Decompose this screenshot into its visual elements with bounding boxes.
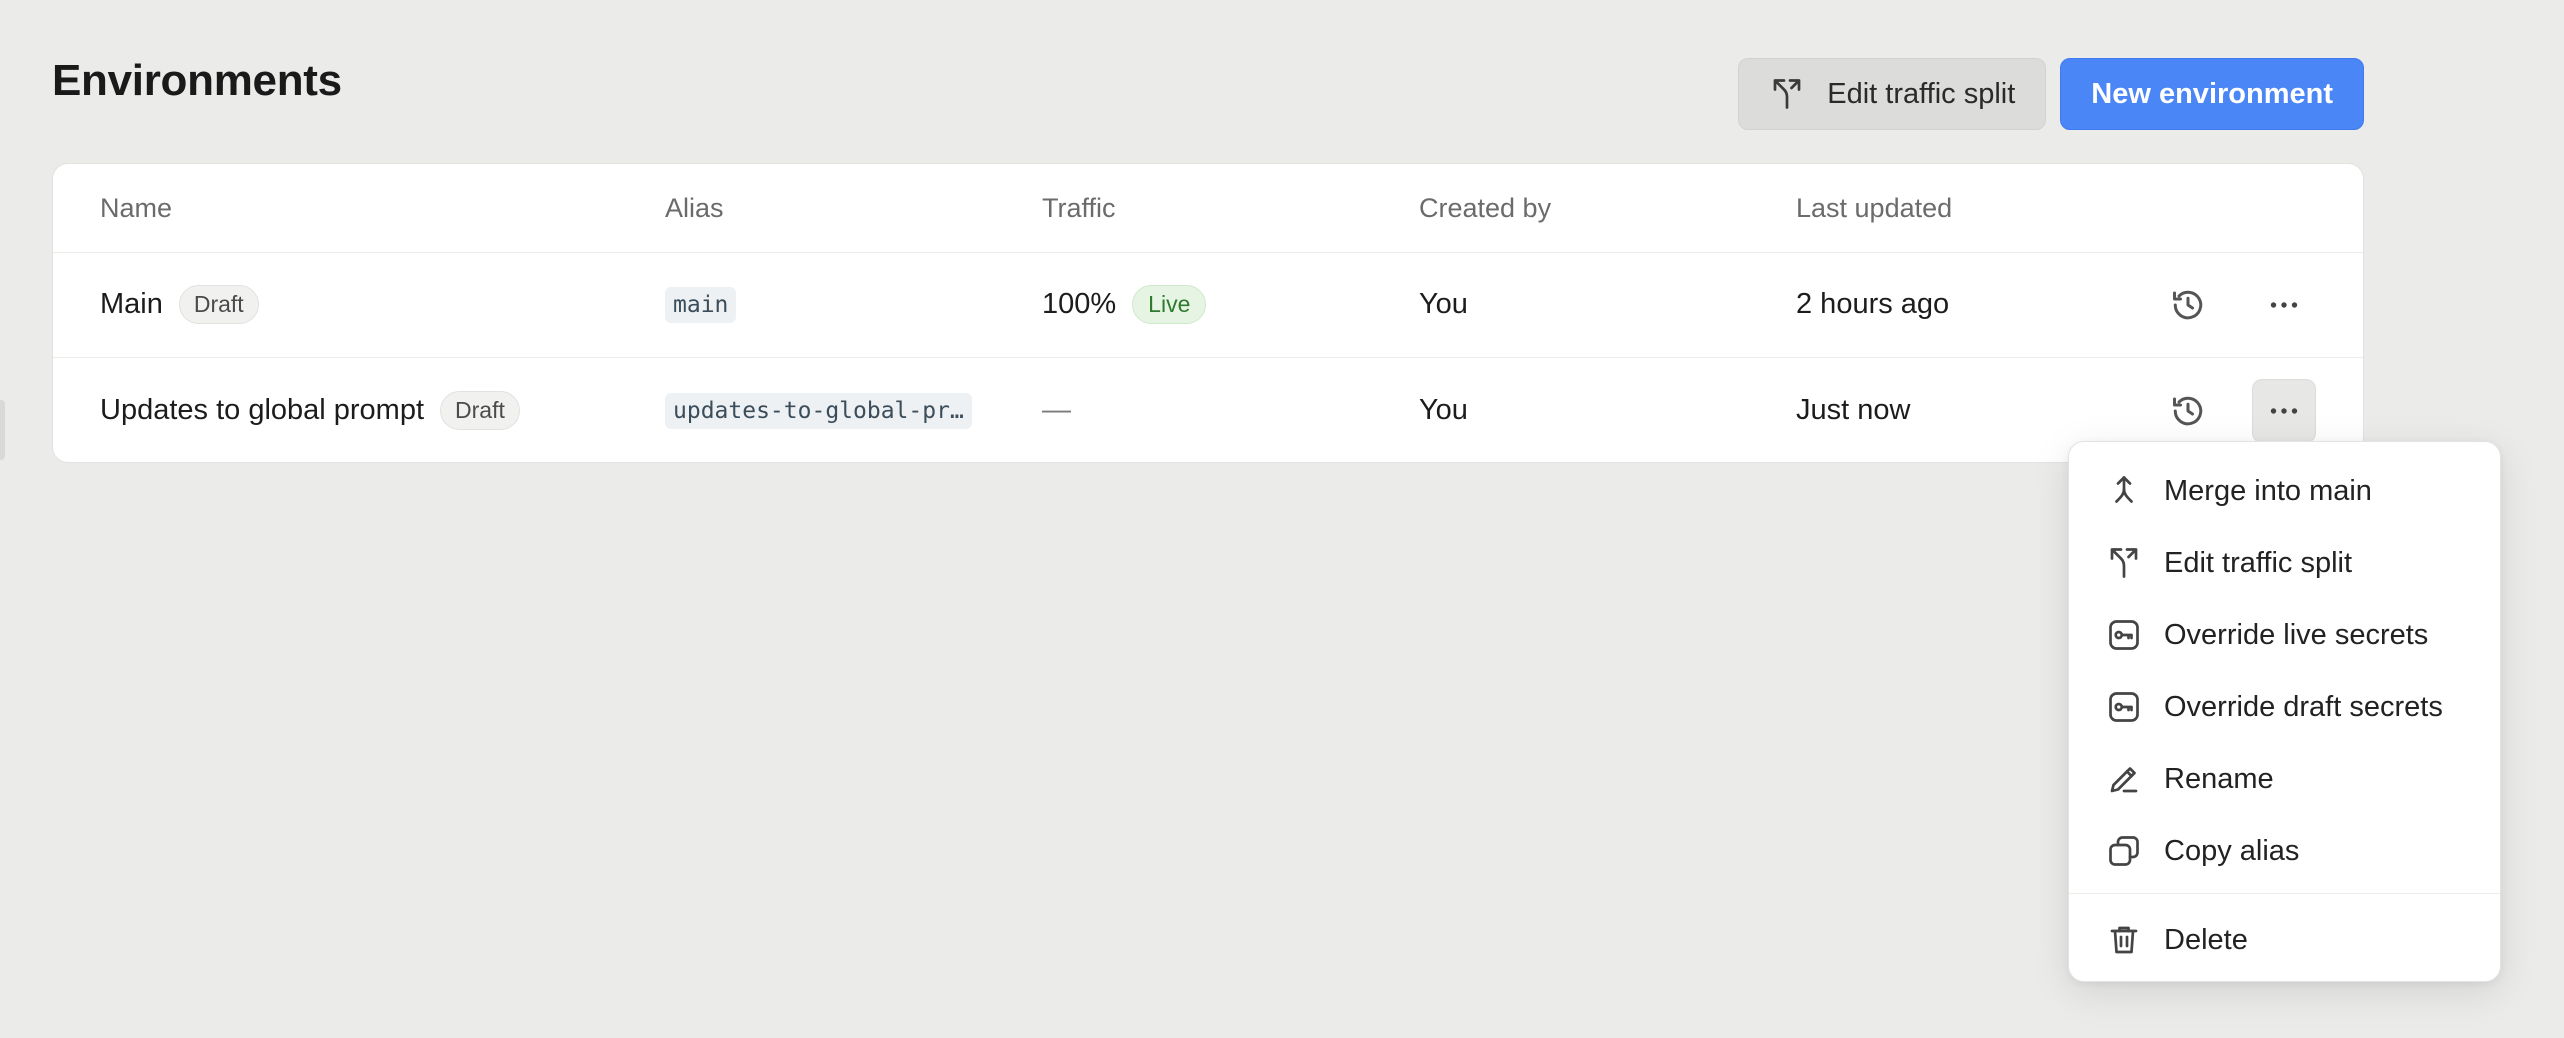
table-header: Name Alias Traffic Created by Last updat… <box>53 164 2363 253</box>
history-button[interactable] <box>2156 273 2220 337</box>
table-row[interactable]: Main Draft main 100% Live You 2 hours ag… <box>53 252 2363 358</box>
column-header-name: Name <box>100 192 173 223</box>
history-icon <box>2173 290 2203 319</box>
alias-code: updates-to-global-pr… <box>665 392 972 429</box>
history-icon <box>2173 396 2203 425</box>
new-environment-button[interactable]: New environment <box>2060 58 2364 130</box>
header-actions: Edit traffic split New environment <box>1738 58 2364 130</box>
column-header-traffic: Traffic <box>1042 192 1116 223</box>
env-name: Updates to global prompt <box>100 394 425 426</box>
row-context-menu: Merge into main Edit traffic split Overr… <box>2068 441 2501 982</box>
column-header-created-by: Created by <box>1419 192 1552 223</box>
last-updated-cell: Just now <box>1796 394 1911 426</box>
menu-item-label: Copy alias <box>2164 834 2300 867</box>
menu-item-override-live-secrets[interactable]: Override live secrets <box>2069 599 2500 671</box>
traffic-value: — <box>1042 394 1071 426</box>
left-edge-handle <box>0 400 5 460</box>
menu-item-edit-traffic-split[interactable]: Edit traffic split <box>2069 527 2500 599</box>
trash-icon <box>2110 926 2138 954</box>
key-icon <box>2109 692 2139 722</box>
menu-item-label: Rename <box>2164 762 2274 795</box>
pencil-icon <box>2110 767 2138 793</box>
traffic-cell: — <box>1042 358 1071 462</box>
menu-item-label: Edit traffic split <box>2164 546 2353 579</box>
edit-traffic-split-button[interactable]: Edit traffic split <box>1738 58 2047 130</box>
environments-table: Name Alias Traffic Created by Last updat… <box>52 163 2364 463</box>
menu-divider <box>2069 893 2500 894</box>
page-title: Environments <box>52 56 342 105</box>
menu-item-label: Delete <box>2164 923 2248 956</box>
draft-badge: Draft <box>178 285 259 324</box>
column-header-last-updated: Last updated <box>1796 192 1953 223</box>
alias-cell: updates-to-global-pr… <box>665 358 972 462</box>
traffic-value: 100% <box>1042 288 1117 320</box>
new-environment-label: New environment <box>2091 77 2333 110</box>
menu-item-label: Merge into main <box>2164 474 2372 507</box>
env-name: Main <box>100 288 163 320</box>
menu-item-copy-alias[interactable]: Copy alias <box>2069 815 2500 887</box>
split-icon <box>2110 548 2138 578</box>
menu-item-rename[interactable]: Rename <box>2069 743 2500 815</box>
alias-code: main <box>665 286 737 323</box>
table-row[interactable]: Updates to global prompt Draft updates-t… <box>53 358 2363 462</box>
more-horizontal-icon <box>2270 407 2298 414</box>
split-icon <box>1773 79 1801 109</box>
edit-traffic-split-label: Edit traffic split <box>1827 77 2016 110</box>
more-options-button[interactable] <box>2252 378 2316 443</box>
more-horizontal-icon <box>2270 301 2298 308</box>
history-button[interactable] <box>2156 379 2220 443</box>
env-name-cell: Main Draft <box>100 252 259 357</box>
copy-icon <box>2109 836 2139 866</box>
menu-item-label: Override live secrets <box>2164 618 2429 651</box>
live-badge: Live <box>1132 285 1207 324</box>
created-by-cell: You <box>1419 288 1468 320</box>
created-by-cell: You <box>1419 394 1468 426</box>
traffic-cell: 100% Live <box>1042 252 1207 357</box>
last-updated-cell: 2 hours ago <box>1796 288 1950 320</box>
draft-badge: Draft <box>440 391 520 430</box>
menu-item-delete[interactable]: Delete <box>2069 904 2500 976</box>
more-options-button[interactable] <box>2252 273 2316 337</box>
column-header-alias: Alias <box>665 192 724 223</box>
merge-icon <box>2115 476 2133 503</box>
alias-cell: main <box>665 252 737 357</box>
row-actions <box>2156 252 2316 357</box>
menu-item-label: Override draft secrets <box>2164 690 2443 723</box>
env-name-cell: Updates to global prompt Draft <box>100 358 520 462</box>
menu-item-merge-into-main[interactable]: Merge into main <box>2069 455 2500 527</box>
key-icon <box>2109 620 2139 650</box>
menu-item-override-draft-secrets[interactable]: Override draft secrets <box>2069 671 2500 743</box>
